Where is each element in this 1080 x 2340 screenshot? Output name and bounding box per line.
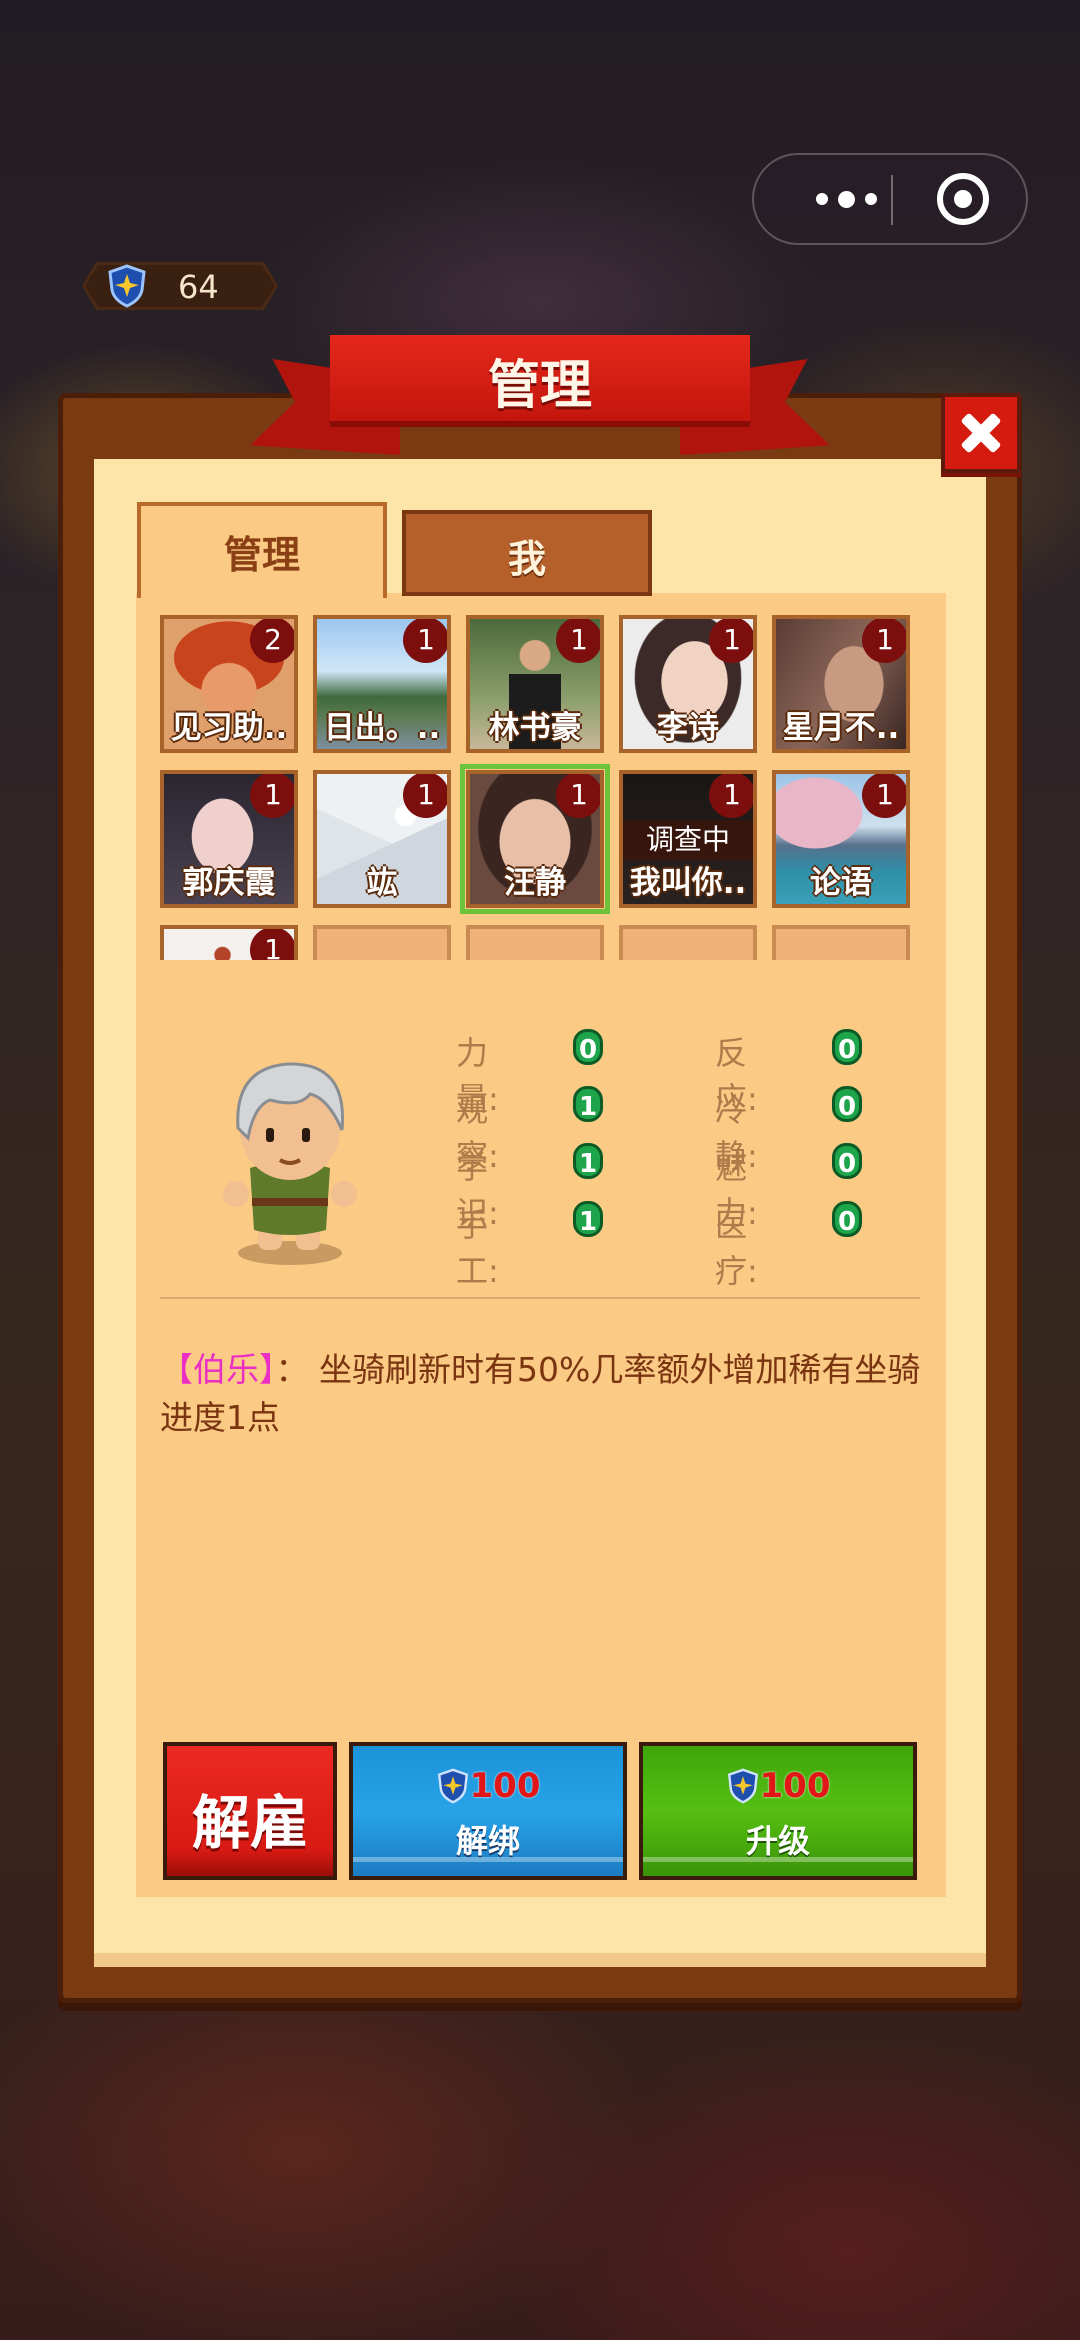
skill-tag: 【伯乐】 xyxy=(160,1350,276,1389)
level-badge: 1 xyxy=(556,619,600,663)
stat-label: 医疗: xyxy=(715,1206,758,1290)
unbind-cost: 100 xyxy=(353,1766,623,1810)
skill-description: 【伯乐】： 坐骑刷新时有50%几率额外增加稀有坐骑进度1点 xyxy=(160,1346,930,1442)
currency-value: 64 xyxy=(178,268,219,306)
level-badge: 1 xyxy=(403,619,447,663)
status-label: 调查中 xyxy=(623,820,753,860)
upgrade-cost: 100 xyxy=(643,1766,913,1810)
panel-title: 管理 xyxy=(487,356,592,416)
more-menu-icon[interactable] xyxy=(794,155,898,243)
roster-card[interactable]: 1 郭庆霞 xyxy=(160,770,298,908)
roster-name: 论语 xyxy=(810,865,872,901)
level-badge: 1 xyxy=(862,619,906,663)
fire-button-label: 解雇 xyxy=(191,1789,308,1857)
tab-manage-label: 管理 xyxy=(223,533,300,577)
roster-grid: 2 见习助.. 1 日出。.. 1 林书豪 1 李诗 1 星月不.. 1 郭庆霞… xyxy=(160,615,912,960)
roster-card[interactable]: 1 竑 xyxy=(313,770,451,908)
upgrade-button-label: 升级 xyxy=(745,1822,810,1860)
level-badge: 1 xyxy=(709,774,753,818)
roster-name: 见习助.. xyxy=(170,710,288,746)
roster-card[interactable]: 1 xyxy=(160,925,298,960)
mini-program-capsule xyxy=(752,153,1028,245)
empty-slot xyxy=(466,925,604,960)
roster-name: 李诗 xyxy=(657,710,719,746)
roster-card[interactable]: 1 林书豪 xyxy=(466,615,604,753)
title-ribbon: 管理 xyxy=(250,335,830,455)
roster-card[interactable]: 1 日出。.. xyxy=(313,615,451,753)
upgrade-cost-value: 100 xyxy=(759,1766,831,1806)
shield-icon xyxy=(108,264,146,308)
empty-slot xyxy=(772,925,910,960)
level-badge: 1 xyxy=(556,774,600,818)
level-badge: 2 xyxy=(250,619,294,663)
button-stripe xyxy=(353,1857,623,1862)
shield-icon xyxy=(727,1768,758,1804)
unbind-button-label: 解绑 xyxy=(455,1822,520,1860)
close-mini-program-icon[interactable] xyxy=(937,173,989,225)
roster-card[interactable]: 1 李诗 xyxy=(619,615,757,753)
close-button[interactable] xyxy=(941,393,1021,473)
tab-me-label: 我 xyxy=(507,537,546,581)
roster-card[interactable]: 1 调查中 我叫你.. xyxy=(619,770,757,908)
empty-slot xyxy=(619,925,757,960)
button-stripe xyxy=(643,1857,913,1862)
roster-card[interactable]: 1 星月不.. xyxy=(772,615,910,753)
stat-value: 1 xyxy=(573,1201,603,1237)
stat-value: 1 xyxy=(573,1086,603,1122)
currency-display: 64 xyxy=(82,262,278,310)
shield-icon xyxy=(437,1768,468,1804)
stat-value: 0 xyxy=(832,1029,862,1065)
stat-value: 1 xyxy=(573,1143,603,1179)
roster-card-selected[interactable]: 1 汪静 xyxy=(460,764,610,914)
roster-name: 林书豪 xyxy=(488,710,582,746)
level-badge: 1 xyxy=(709,619,753,663)
roster-name: 我叫你.. xyxy=(629,865,747,901)
level-badge: 1 xyxy=(403,774,447,818)
level-badge: 1 xyxy=(862,774,906,818)
capsule-divider xyxy=(891,175,893,225)
tab-manage[interactable]: 管理 xyxy=(137,502,387,598)
empty-slot xyxy=(313,925,451,960)
upgrade-button[interactable]: 100 升级 xyxy=(639,1742,917,1880)
character-avatar xyxy=(223,1062,357,1265)
level-badge: 1 xyxy=(250,774,294,818)
stat-value: 0 xyxy=(573,1029,603,1065)
roster-card[interactable]: 1 论语 xyxy=(772,770,910,908)
roster-name: 郭庆霞 xyxy=(182,865,276,901)
stat-value: 0 xyxy=(832,1143,862,1179)
roster-card[interactable]: 2 见习助.. xyxy=(160,615,298,753)
divider xyxy=(160,1297,920,1299)
roster-name: 竑 xyxy=(366,865,398,901)
stat-label: 手工: xyxy=(456,1206,499,1290)
fire-button[interactable]: 解雇 xyxy=(163,1742,337,1880)
stat-value: 0 xyxy=(832,1201,862,1237)
unbind-button[interactable]: 100 解绑 xyxy=(349,1742,627,1880)
roster-name: 星月不.. xyxy=(782,710,900,746)
tab-me[interactable]: 我 xyxy=(402,510,652,596)
roster-name: 日出。.. xyxy=(323,710,441,746)
roster-name: 汪静 xyxy=(504,865,566,901)
unbind-cost-value: 100 xyxy=(469,1766,541,1806)
stat-value: 0 xyxy=(832,1086,862,1122)
